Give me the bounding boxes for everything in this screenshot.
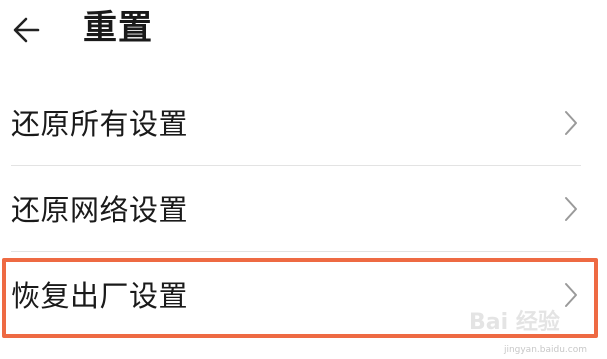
item-label: 恢复出厂设置 [11, 279, 189, 313]
item-label: 还原网络设置 [11, 193, 189, 227]
back-button[interactable] [8, 10, 48, 50]
chevron-right-icon [565, 111, 577, 135]
watermark-url: jingyan.baidu.com [503, 345, 587, 355]
watermark-logo-text: Bai 经验 [469, 309, 560, 335]
arrow-left-icon [13, 17, 40, 43]
top-app-bar: 重置 [0, 0, 607, 62]
baidu-jingyan-watermark-logo: Bai 经验 [469, 309, 560, 335]
reset-network-settings-item[interactable]: 还原网络设置 [0, 166, 607, 252]
chevron-right-icon [565, 197, 577, 221]
reset-all-settings-item[interactable]: 还原所有设置 [0, 80, 607, 166]
reset-options-list: 还原所有设置 还原网络设置 恢复出厂设置 [0, 80, 607, 338]
item-label: 还原所有设置 [11, 107, 189, 141]
page-title: 重置 [83, 8, 153, 48]
